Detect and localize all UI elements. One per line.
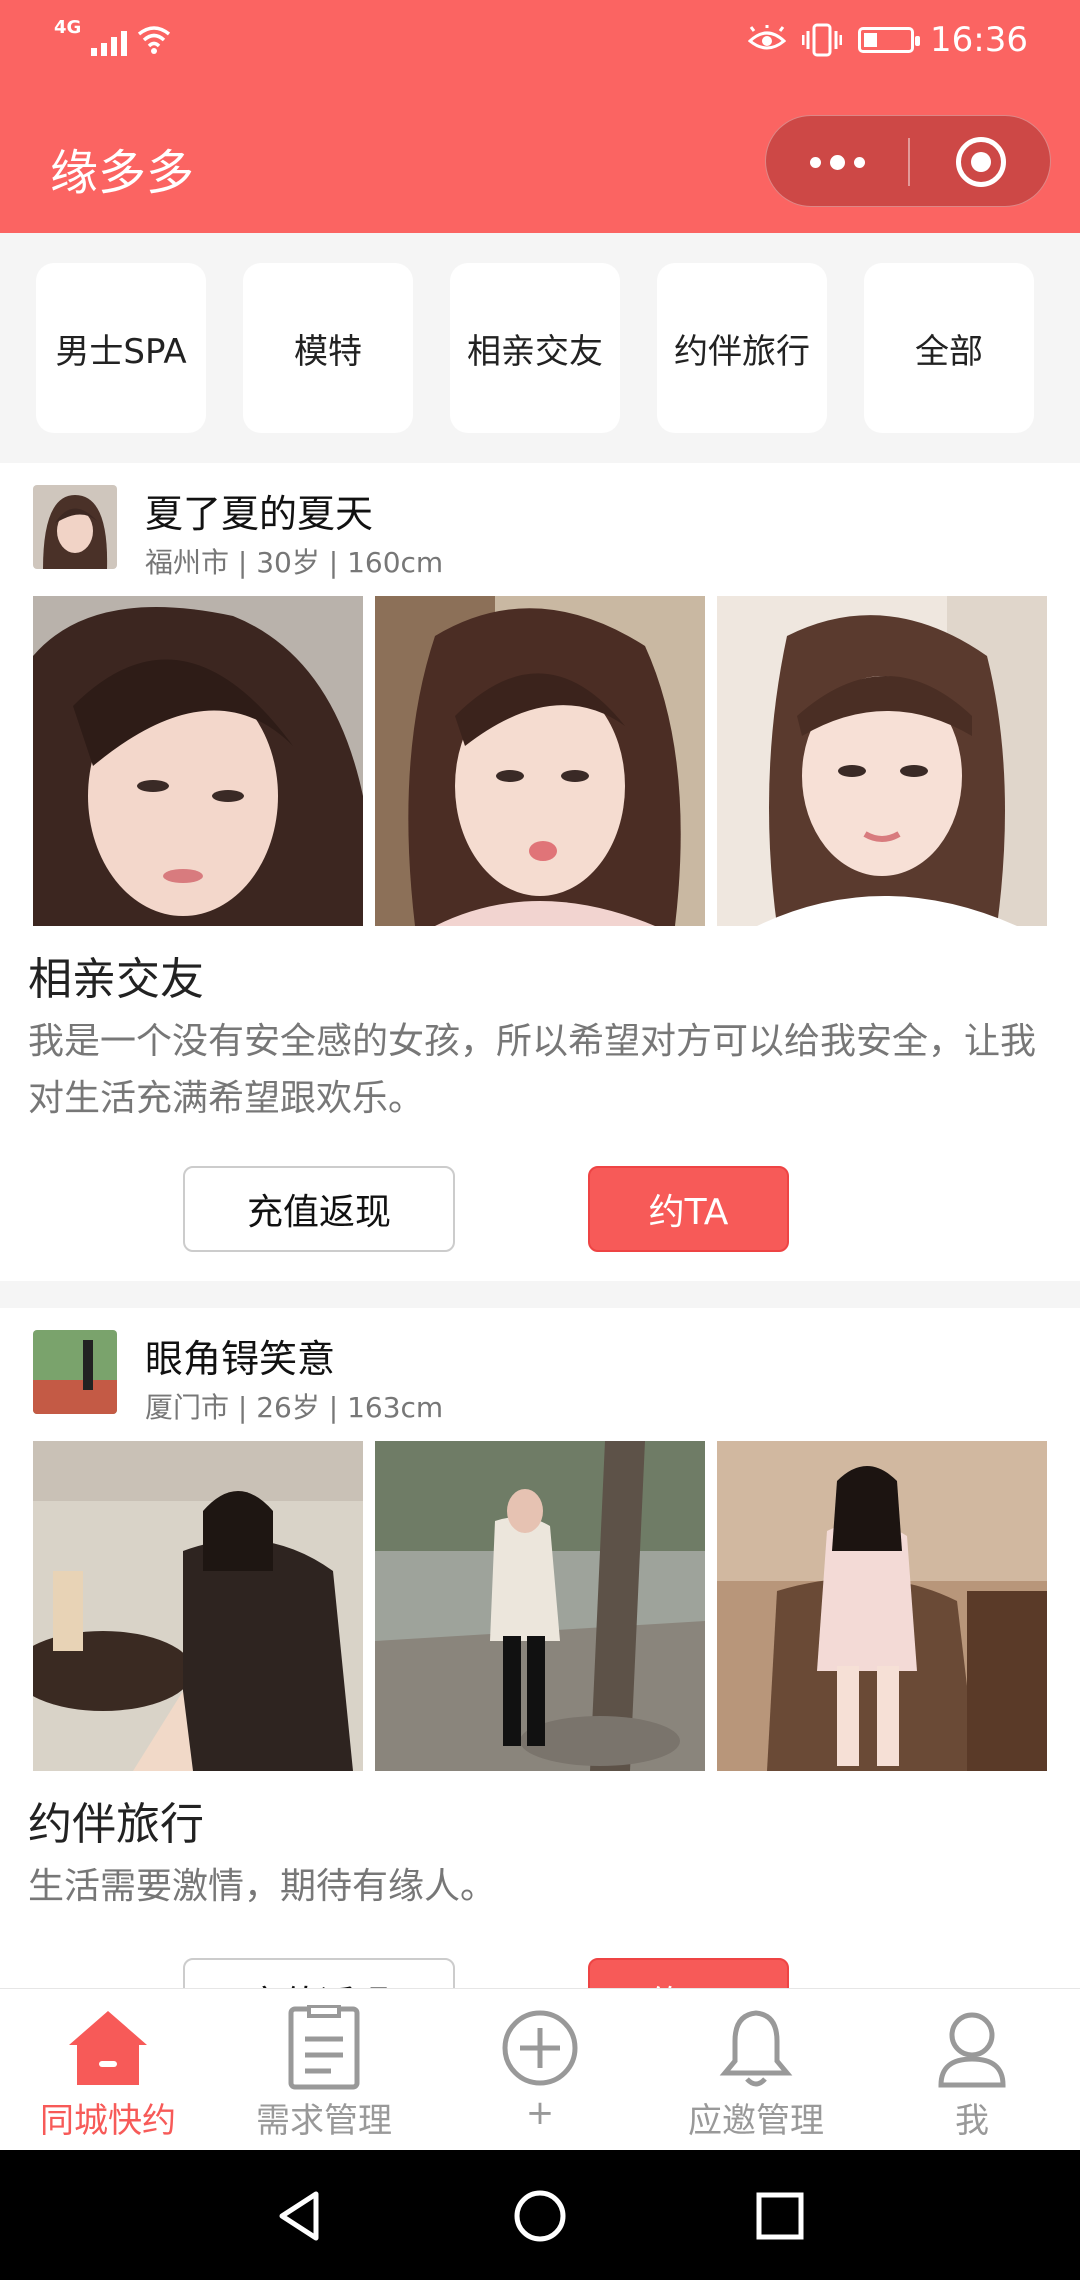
avatar[interactable] <box>33 1330 117 1414</box>
tab-invitation-management[interactable]: 应邀管理 <box>648 1989 864 2151</box>
post-card[interactable]: 眼角锝笑意 厦门市 | 26岁 | 163cm 约伴旅行 生活需要激情，期待有缘… <box>0 1308 1080 2044</box>
category-model[interactable]: 模特 <box>243 263 413 433</box>
bell-icon <box>719 2010 793 2087</box>
signal-indicators: 4G <box>54 17 171 56</box>
category-all[interactable]: 全部 <box>864 263 1034 433</box>
user-meta: 厦门市 | 26岁 | 163cm <box>145 1391 444 1424</box>
photo-gallery <box>33 596 1047 926</box>
app-title: 缘多多 <box>50 145 195 201</box>
user-name[interactable]: 眼角锝笑意 <box>145 1328 335 1383</box>
bottom-tab-bar: 同城快约 需求管理 + 应邀管理 我 <box>0 1988 1080 2151</box>
add-circle-icon <box>502 2010 578 2086</box>
vibrate-icon <box>802 23 843 57</box>
status-right: 16:36 <box>748 20 1028 60</box>
system-navigation-bar <box>0 2150 1080 2280</box>
post-title: 约伴旅行 <box>28 1799 204 1850</box>
tab-label: 需求管理 <box>256 2101 392 2141</box>
eye-comfort-icon <box>748 25 787 50</box>
battery-icon <box>858 27 921 53</box>
avatar[interactable] <box>33 485 117 569</box>
category-dating[interactable]: 相亲交友 <box>450 263 620 433</box>
tab-label: 同城快约 <box>40 2101 176 2141</box>
network-type: 4G <box>54 17 82 38</box>
photo[interactable] <box>33 1441 363 1771</box>
home-icon <box>69 2011 147 2085</box>
more-menu-icon[interactable] <box>766 116 908 208</box>
post-card[interactable]: 夏了夏的夏天 福州市 | 30岁 | 160cm 相亲交友 我是一个没有安全感的… <box>0 463 1080 1281</box>
user-meta: 福州市 | 30岁 | 160cm <box>145 546 444 579</box>
photo[interactable] <box>717 1441 1047 1771</box>
photo[interactable] <box>375 596 705 926</box>
post-description: 生活需要激情，期待有缘人。 <box>28 1866 497 1907</box>
photo-gallery <box>33 1441 1047 1771</box>
mini-program-capsule <box>765 115 1051 207</box>
user-name[interactable]: 夏了夏的夏天 <box>145 483 373 538</box>
tab-nearby[interactable]: 同城快约 <box>0 1989 216 2151</box>
post-title: 相亲交友 <box>28 954 204 1005</box>
category-travel[interactable]: 约伴旅行 <box>657 263 827 433</box>
signal-bars-icon <box>91 31 128 56</box>
recharge-cashback-button[interactable]: 充值返现 <box>183 1166 455 1252</box>
photo[interactable] <box>33 596 363 926</box>
recents-icon[interactable] <box>752 2188 808 2244</box>
tab-label: + <box>525 2093 555 2133</box>
post-description: 我是一个没有安全感的女孩，所以希望对方可以给我安全，让我对生活充满希望跟欢乐。 <box>28 1021 1037 1119</box>
home-button-icon[interactable] <box>512 2188 568 2244</box>
tab-me[interactable]: 我 <box>864 1989 1080 2151</box>
user-icon <box>938 2012 1006 2088</box>
photo[interactable] <box>375 1441 705 1771</box>
capsule-divider <box>908 138 910 186</box>
tab-add[interactable]: + <box>432 1989 648 2151</box>
status-bar: 4G 16:36 <box>0 0 1080 90</box>
clock: 16:36 <box>930 20 1028 60</box>
category-mens-spa[interactable]: 男士SPA <box>36 263 206 433</box>
tab-label: 应邀管理 <box>688 2101 824 2141</box>
wifi-icon <box>138 26 171 54</box>
top-bar: 4G 16:36 缘多多 <box>0 0 1080 233</box>
clipboard-icon <box>288 2005 360 2090</box>
invite-button[interactable]: 约TA <box>588 1166 789 1252</box>
category-bar: 男士SPA 模特 相亲交友 约伴旅行 全部 <box>0 233 1080 463</box>
back-icon[interactable] <box>272 2188 328 2244</box>
tab-demand-management[interactable]: 需求管理 <box>216 1989 432 2151</box>
close-target-icon[interactable] <box>956 137 1006 187</box>
photo[interactable] <box>717 596 1047 926</box>
tab-label: 我 <box>955 2101 989 2141</box>
